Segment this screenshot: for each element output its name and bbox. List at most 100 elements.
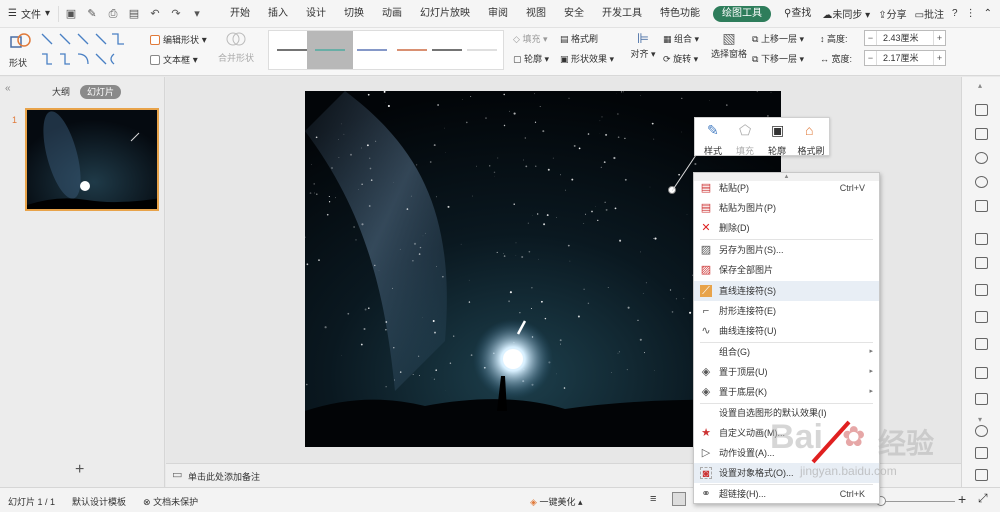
tab-slideshow[interactable]: 幻灯片放映 [411, 0, 479, 28]
beautify-button[interactable]: ◈ 一键美化 ▴ [530, 495, 582, 508]
location-icon[interactable] [975, 176, 988, 188]
undo-icon[interactable]: ↶ [149, 8, 161, 20]
chevron-down-icon[interactable]: ▾ [978, 415, 982, 424]
fill-label: 填充 [735, 146, 754, 156]
tab-features[interactable]: 特色功能 [651, 0, 709, 28]
file-menu[interactable]: ☰ 文件 ▾ [0, 0, 58, 28]
slide-thumbnail[interactable] [25, 108, 159, 211]
menu-item-curve-connector[interactable]: ∿ 曲线连接符(U) [694, 321, 879, 341]
menu-item-paste-picture[interactable]: ▤ 粘贴为图片(P) [694, 198, 879, 218]
menu-item-group[interactable]: 组合(G) ▸ [694, 342, 879, 362]
select-icon[interactable] [975, 104, 988, 116]
redo-icon[interactable]: ↷ [170, 8, 182, 20]
text-box-button[interactable]: 文本框 ▾ [150, 53, 198, 66]
line-style-option-selected[interactable] [307, 31, 353, 69]
chevron-up-icon[interactable]: ▴ [978, 81, 982, 90]
tab-developer[interactable]: 开发工具 [593, 0, 651, 28]
outline-button[interactable]: ▢ 轮廓 ▾ [513, 52, 549, 65]
search-button[interactable]: ⚲查找 [775, 0, 820, 28]
more-icon[interactable]: ⋮ [966, 8, 976, 19]
menu-item-hyperlink[interactable]: ⚭ 超链接(H)... Ctrl+K [694, 484, 879, 504]
shape-gallery[interactable] [38, 30, 126, 74]
width-input[interactable]: − 2.17厘米 + [864, 50, 946, 66]
pin-icon[interactable] [975, 447, 988, 459]
table-icon[interactable] [975, 233, 988, 245]
group-button[interactable]: ▦ 组合 ▾ [663, 32, 699, 45]
add-slide-button[interactable]: + [75, 461, 84, 479]
chart-icon[interactable] [975, 284, 988, 296]
send-backward-button[interactable]: ⧉ 下移一层 ▾ [752, 52, 804, 65]
zoom-slider[interactable] [875, 501, 955, 502]
normal-view-icon[interactable] [672, 492, 686, 506]
fill-icon[interactable] [975, 200, 988, 212]
print-icon[interactable]: ⎙ [107, 8, 119, 20]
cube-icon[interactable] [975, 393, 988, 405]
merge-shape-button[interactable]: 合并形状 [214, 30, 258, 64]
line-style-option[interactable] [459, 31, 505, 69]
style-button[interactable]: ✎ 样式 [697, 120, 729, 156]
edit-shape-button[interactable]: 编辑形状 ▾ [150, 33, 207, 46]
align-button[interactable]: ⊫ 对齐 ▾ [628, 30, 658, 60]
menu-item-send-to-back[interactable]: ◈ 置于底层(K) ▸ [694, 382, 879, 402]
template-name[interactable]: 默认设计模板 [72, 495, 126, 508]
tab-drawing-tools[interactable]: 绘图工具 [713, 5, 771, 22]
tab-view[interactable]: 视图 [517, 0, 555, 28]
tab-design[interactable]: 设计 [297, 0, 335, 28]
copy-icon[interactable] [975, 128, 988, 140]
comment-button[interactable]: ▭批注 [915, 6, 944, 21]
menu-item-delete[interactable]: ✕ 删除(D) [694, 218, 879, 238]
more-icon[interactable]: ▾ [191, 8, 203, 20]
tab-slides[interactable]: 幻灯片 [80, 85, 122, 99]
menu-item-straight-connector[interactable]: ⟋ 直线连接符(S) [694, 281, 879, 301]
pen-icon[interactable]: ✎ [86, 8, 98, 20]
help-button[interactable]: ? [952, 8, 958, 19]
help-icon[interactable] [975, 425, 988, 437]
outline-button[interactable]: ▣ 轮廓 [761, 120, 793, 156]
shape-effect-button[interactable]: ▣ 形状效果 ▾ [560, 52, 614, 65]
bring-forward-button[interactable]: ⧉ 上移一层 ▾ [752, 32, 804, 45]
list-icon[interactable]: ≡ [650, 493, 656, 505]
collapse-icon[interactable]: ⌃ [984, 8, 992, 19]
minus-icon[interactable]: − [865, 51, 877, 65]
selection-pane-icon: ▧ [722, 30, 736, 46]
menu-item-bring-to-front[interactable]: ◈ 置于顶层(U) ▸ [694, 362, 879, 382]
height-input[interactable]: − 2.43厘米 + [864, 30, 946, 46]
format-brush-button[interactable]: ▤ 格式刷 [560, 32, 598, 45]
shape-button[interactable]: 形状 [6, 30, 36, 74]
tab-security[interactable]: 安全 [555, 0, 593, 28]
selection-pane-button[interactable]: ▧ 选择窗格 [710, 30, 748, 60]
minus-icon[interactable]: − [865, 31, 877, 45]
menu-item-paste[interactable]: ▤ 粘贴(P) Ctrl+V [694, 178, 879, 198]
menu-item-format-object[interactable]: ◙ 设置对象格式(O)... [694, 463, 879, 483]
fill-button[interactable]: ⬠ 填充 [729, 120, 761, 156]
gear-icon[interactable] [975, 469, 988, 481]
format-brush-button[interactable]: ⌂ 格式刷 [795, 120, 827, 156]
edit-shape-label: 编辑形状 [163, 35, 200, 45]
protection-status[interactable]: ⊗ 文档未保护 [143, 495, 198, 508]
plus-icon[interactable]: + [933, 31, 945, 45]
export-icon[interactable] [975, 367, 988, 379]
settings-icon[interactable] [975, 311, 988, 323]
menu-item-save-as-picture[interactable]: ▨ 另存为图片(S)... [694, 240, 879, 260]
collapse-pane-icon[interactable]: « [5, 83, 11, 94]
tab-insert[interactable]: 插入 [259, 0, 297, 28]
animation-icon[interactable] [975, 338, 988, 350]
save-icon[interactable]: ▣ [65, 8, 77, 20]
share-button[interactable]: ⇪分享 [878, 6, 906, 21]
fit-icon[interactable]: ⤢ [978, 491, 988, 506]
tab-review[interactable]: 审阅 [479, 0, 517, 28]
tab-transition[interactable]: 切换 [335, 0, 373, 28]
sync-button[interactable]: ☁未同步 ▾ [822, 6, 870, 21]
grid-icon[interactable] [975, 257, 988, 269]
shape-icon[interactable] [975, 152, 988, 164]
rotate-button[interactable]: ⟳ 旋转 ▾ [663, 52, 698, 65]
zoom-in-icon[interactable]: + [958, 491, 966, 507]
tab-animation[interactable]: 动画 [373, 0, 411, 28]
tab-outline[interactable]: 大纲 [52, 83, 70, 101]
menu-item-elbow-connector[interactable]: ⌐ 肘形连接符(E) [694, 301, 879, 321]
menu-item-save-all-pictures[interactable]: ▨ 保存全部图片 [694, 260, 879, 280]
plus-icon[interactable]: + [933, 51, 945, 65]
fill-button[interactable]: ◇ 填充 ▾ [513, 32, 547, 45]
tab-start[interactable]: 开始 [221, 0, 259, 28]
preview-icon[interactable]: ▤ [128, 8, 140, 20]
